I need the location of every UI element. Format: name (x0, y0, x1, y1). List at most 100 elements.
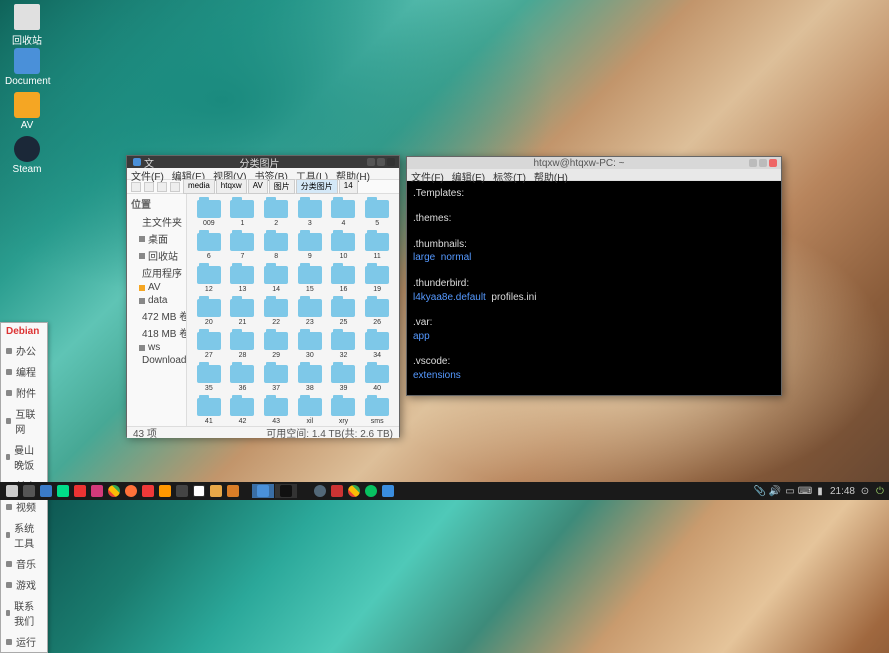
folder-item[interactable]: 4 (328, 200, 360, 227)
folder-item[interactable]: 11 (361, 233, 393, 260)
folder-item[interactable]: 21 (227, 299, 259, 326)
folder-item[interactable]: 20 (193, 299, 225, 326)
breadcrumb-segment[interactable]: 分类图片 (296, 179, 338, 194)
folder-item[interactable]: 009 (193, 200, 225, 227)
folder-item[interactable]: 39 (328, 365, 360, 392)
folder-item[interactable]: 28 (227, 332, 259, 359)
menu-item[interactable]: 帮助(H) (336, 168, 370, 179)
folder-item[interactable]: 43 (260, 398, 292, 425)
terminal-content[interactable]: .Templates: .themes: .thumbnails: large … (407, 181, 781, 395)
breadcrumb-segment[interactable]: 14 (339, 179, 358, 194)
sidebar-item[interactable]: Downloads (127, 354, 186, 367)
folder-item[interactable]: 8 (260, 233, 292, 260)
folder-item[interactable]: 23 (294, 299, 326, 326)
sidebar-item[interactable]: 桌面 (127, 230, 186, 247)
breadcrumb-segment[interactable]: 图片 (269, 179, 295, 194)
keyboard-icon[interactable]: ⌨ (800, 486, 810, 496)
breadcrumb-segment[interactable]: AV (248, 179, 268, 194)
sidebar-item[interactable]: 472 MB 卷 (127, 307, 186, 324)
folder-item[interactable]: 13 (227, 266, 259, 293)
battery-icon[interactable]: ▮ (815, 486, 825, 496)
sidebar-item[interactable]: 应用程序 (127, 264, 186, 281)
menu-item[interactable]: 工具(L) (296, 168, 328, 179)
maximize-button[interactable] (377, 158, 385, 166)
folder-item[interactable]: 2 (260, 200, 292, 227)
app-menu-item[interactable]: 互联网 (1, 403, 47, 439)
task-vivaldi[interactable] (140, 484, 156, 498)
folder-item[interactable]: 22 (260, 299, 292, 326)
home-button[interactable] (170, 182, 180, 192)
fm-titlebar[interactable]: 文 分类图片 (127, 156, 399, 168)
task-app7[interactable] (225, 484, 241, 498)
sidebar-item[interactable]: 主文件夹 (127, 213, 186, 230)
task-app3[interactable] (89, 484, 105, 498)
running-terminal[interactable] (275, 484, 297, 498)
volume-icon[interactable]: 🔊 (770, 486, 780, 496)
menu-item[interactable]: 编辑(E) (172, 168, 205, 179)
folder-item[interactable]: 10 (328, 233, 360, 260)
forward-button[interactable] (157, 182, 167, 192)
folder-item[interactable]: 15 (294, 266, 326, 293)
close-button[interactable] (387, 158, 395, 166)
task-app9[interactable] (329, 484, 345, 498)
close-button[interactable] (769, 159, 777, 167)
app-menu-item[interactable]: 系统工具 (1, 517, 47, 553)
folder-item[interactable]: 42 (227, 398, 259, 425)
folder-item[interactable]: 16 (328, 266, 360, 293)
minimize-button[interactable] (367, 158, 375, 166)
network-icon[interactable]: ▭ (785, 486, 795, 496)
menu-item[interactable]: 标签(T) (493, 169, 526, 180)
running-filemanager[interactable] (252, 484, 274, 498)
task-files[interactable] (38, 484, 54, 498)
task-wechat[interactable] (363, 484, 379, 498)
folder-item[interactable]: 41 (193, 398, 225, 425)
start-button[interactable] (4, 484, 20, 498)
folder-item[interactable]: 38 (294, 365, 326, 392)
folder-item[interactable]: 32 (328, 332, 360, 359)
task-sublime[interactable] (157, 484, 173, 498)
app-menu-item[interactable]: 游戏 (1, 574, 47, 595)
folder-item[interactable]: 40 (361, 365, 393, 392)
task-app1[interactable] (55, 484, 71, 498)
app-menu-item[interactable]: 编程 (1, 361, 47, 382)
task-app10[interactable] (380, 484, 396, 498)
folder-item[interactable]: 25 (328, 299, 360, 326)
clock[interactable]: 21:48 (830, 486, 855, 497)
desktop-icon-av[interactable]: AV (5, 92, 49, 131)
power-icon[interactable]: ⏻ (875, 486, 885, 496)
folder-item[interactable]: xil (294, 398, 326, 425)
sidebar-item[interactable]: 回收站 (127, 247, 186, 264)
task-chrome[interactable] (106, 484, 122, 498)
folder-item[interactable]: 37 (260, 365, 292, 392)
menu-item[interactable]: 编辑(E) (452, 169, 485, 180)
folder-item[interactable]: 5 (361, 200, 393, 227)
maximize-button[interactable] (759, 159, 767, 167)
folder-item[interactable]: xry (328, 398, 360, 425)
folder-item[interactable]: 1 (227, 200, 259, 227)
desktop-icon-trash[interactable]: 回收站 (5, 4, 49, 47)
folder-item[interactable]: 12 (193, 266, 225, 293)
folder-item[interactable]: sms (361, 398, 393, 425)
up-button[interactable] (131, 182, 141, 192)
term-titlebar[interactable]: htqxw@htqxw-PC: ~ (407, 157, 781, 169)
folder-item[interactable]: 3 (294, 200, 326, 227)
attachment-icon[interactable]: 📎 (755, 486, 765, 496)
breadcrumb-segment[interactable]: htqxw (216, 179, 247, 194)
breadcrumb-segment[interactable]: media (183, 179, 215, 194)
app-menu-item[interactable]: 附件 (1, 382, 47, 403)
menu-item[interactable]: 文件(F) (411, 169, 444, 180)
task-app4[interactable] (174, 484, 190, 498)
folder-item[interactable]: 30 (294, 332, 326, 359)
task-app5[interactable] (191, 484, 207, 498)
menu-item[interactable]: 书签(B) (254, 168, 287, 179)
app-menu-item[interactable]: 运行 (1, 631, 47, 652)
task-app6[interactable] (208, 484, 224, 498)
sidebar-item[interactable]: data (127, 294, 186, 307)
desktop-icon-steam[interactable]: Steam (5, 136, 49, 175)
app-menu-item[interactable]: 音乐 (1, 553, 47, 574)
folder-item[interactable]: 14 (260, 266, 292, 293)
task-app8[interactable] (312, 484, 328, 498)
task-firefox[interactable] (123, 484, 139, 498)
folder-item[interactable]: 35 (193, 365, 225, 392)
minimize-button[interactable] (749, 159, 757, 167)
